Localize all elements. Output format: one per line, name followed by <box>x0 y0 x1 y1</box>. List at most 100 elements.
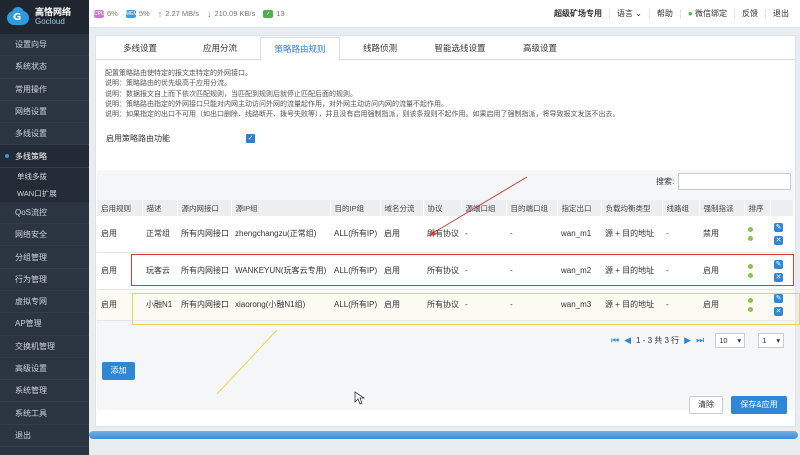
description-line: 配置策略路由使特定的报文走特定的外网接口。 <box>105 70 252 77</box>
sidebar-item-setup-wizard[interactable]: 设置向导 <box>0 34 89 57</box>
sidebar-item-advanced[interactable]: 高级设置 <box>0 358 89 381</box>
feedback-link[interactable]: 反馈 <box>734 9 765 19</box>
cell-iface: 所有内网接口 <box>177 252 231 290</box>
sidebar-item-qos[interactable]: QoS流控 <box>0 202 89 225</box>
search-label: 搜索: <box>656 177 675 186</box>
enable-policy-checkbox[interactable]: ✓ <box>246 133 255 143</box>
tab-line-detection[interactable]: 线路侦测 <box>340 36 420 59</box>
col-group: 线路组 <box>662 200 700 216</box>
move-up-icon[interactable] <box>748 226 753 232</box>
download-arrow-icon: ↓ <box>206 8 212 19</box>
sidebar-item-multiline-policy[interactable]: 多线策略 <box>0 145 89 168</box>
description-line: 说明：策略路由的优先级高于应用分流。 <box>105 80 231 88</box>
cell-sort <box>744 289 770 321</box>
cell-enable: 启用 <box>97 216 142 253</box>
sidebar-item-vpn[interactable]: 虚拟专网 <box>0 291 89 314</box>
mem-stat: MEM 5% <box>125 9 150 18</box>
tab-advanced[interactable]: 高级设置 <box>500 36 580 59</box>
logout-link[interactable]: 退出 <box>765 9 796 19</box>
cpu-stat: CPU 6% <box>94 9 118 18</box>
move-down-icon[interactable] <box>748 235 753 241</box>
delete-icon[interactable]: ✕ <box>774 235 783 245</box>
cell-lb: 源 + 目的地址 <box>601 289 662 321</box>
search-input[interactable] <box>678 173 792 190</box>
upload-arrow-icon: ↑ <box>157 8 163 19</box>
sidebar-item-common-ops[interactable]: 常用操作 <box>0 79 89 101</box>
col-actions <box>770 200 794 216</box>
col-dstip: 目的IP组 <box>330 200 381 216</box>
col-force: 强制指派 <box>699 200 745 216</box>
cell-domain: 启用 <box>380 289 423 321</box>
cell-actions: ✎ ✕ <box>770 289 794 321</box>
topbar: CPU 6% MEM 5% ↑ 2.27 MB/s ↓ 210.09 KB/s … <box>89 0 800 28</box>
progress-fill <box>89 431 798 439</box>
tab-app-split[interactable]: 应用分流 <box>180 36 260 59</box>
edit-icon[interactable]: ✎ <box>774 259 783 269</box>
wechat-bind-link[interactable]: ● 微信绑定 <box>679 9 734 19</box>
sidebar-item-switch[interactable]: 交换机管理 <box>0 336 89 358</box>
cell-desc: 小融N1 <box>142 289 177 321</box>
cpu-value: 6% <box>107 9 118 18</box>
table-row: 启用 小融N1 所有内网接口 xiaorong(小融N1组) ALL(所有IP)… <box>97 289 794 321</box>
download-value: 210.09 KB/s <box>214 9 256 18</box>
delete-icon[interactable]: ✕ <box>774 272 783 282</box>
page-select[interactable]: 1 ▾ <box>758 333 785 348</box>
delete-icon[interactable]: ✕ <box>774 306 783 316</box>
cell-sport: - <box>461 289 506 321</box>
sidebar-item-system-mgmt[interactable]: 系统管理 <box>0 380 89 403</box>
cell-sort <box>744 216 770 253</box>
prev-page-icon[interactable]: ◀ <box>624 335 631 346</box>
cell-force: 禁用 <box>699 216 744 253</box>
edit-icon[interactable]: ✎ <box>774 222 783 232</box>
cell-desc: 正常组 <box>142 216 177 253</box>
scrollbar-progress[interactable] <box>89 431 798 439</box>
move-down-icon[interactable] <box>748 306 753 312</box>
sidebar-item-groups[interactable]: 分组管理 <box>0 246 89 269</box>
cell-dport: - <box>506 289 557 321</box>
chevron-down-icon: ⌄ <box>635 9 642 18</box>
col-dport: 目的端口组 <box>506 200 558 216</box>
sidebar-item-system-tools[interactable]: 系统工具 <box>0 402 89 425</box>
move-down-icon[interactable] <box>748 272 753 278</box>
add-rule-button[interactable]: 添加 <box>102 362 135 380</box>
clear-button[interactable]: 清除 <box>689 396 723 414</box>
cell-dstip: ALL(所有IP) <box>330 216 380 253</box>
page-size-select[interactable]: 10 ▾ <box>715 333 746 348</box>
cell-dstip: ALL(所有IP) <box>330 252 380 290</box>
last-page-icon[interactable]: ⏭ <box>696 335 704 346</box>
cell-iface: 所有内网接口 <box>177 289 231 321</box>
tab-smart-line[interactable]: 智能选线设置 <box>420 36 500 59</box>
language-link[interactable]: 语言 ⌄ <box>608 9 649 19</box>
move-up-icon[interactable] <box>748 263 753 269</box>
sidebar-item-security[interactable]: 网络安全 <box>0 224 89 247</box>
sidebar-subitem-single-line-multi-dial[interactable]: 单线多拨 <box>0 167 89 185</box>
mining-mode-link[interactable]: 超级矿场专用 <box>547 9 609 19</box>
help-link[interactable]: 帮助 <box>648 9 680 19</box>
download-stat: ↓ 210.09 KB/s <box>207 9 255 19</box>
tab-multiline-settings[interactable]: 多线设置 <box>100 36 180 59</box>
rules-table: 启用规则 描述 源内网接口 源IP组 目的IP组 域名分流 协议 源端口组 目的… <box>97 200 794 321</box>
cell-domain: 启用 <box>380 252 423 290</box>
cell-desc: 玩客云 <box>142 252 177 290</box>
sidebar-item-behavior[interactable]: 行为管理 <box>0 269 89 291</box>
tab-policy-routing[interactable]: 策略路由规则 <box>260 37 340 61</box>
col-iface: 源内网接口 <box>177 200 232 216</box>
brand-en: Gocloud <box>35 17 65 26</box>
next-page-icon[interactable]: ▶ <box>684 335 691 346</box>
sidebar-item-system-status[interactable]: 系统状态 <box>0 56 89 79</box>
cell-out: wan_m3 <box>557 289 601 321</box>
sidebar-item-network[interactable]: 网络设置 <box>0 101 89 124</box>
save-apply-button[interactable]: 保存&应用 <box>731 396 787 414</box>
mem-value: 5% <box>138 9 150 18</box>
sidebar-item-ap[interactable]: AP管理 <box>0 313 89 336</box>
col-srcip: 源IP组 <box>231 200 331 216</box>
page-value: 1 <box>762 336 767 345</box>
move-up-icon[interactable] <box>748 297 753 303</box>
logo: G 高恪网络 Gocloud <box>0 0 89 34</box>
first-page-icon[interactable]: ⏮ <box>611 335 619 346</box>
sidebar-item-logout[interactable]: 退出 <box>0 425 89 448</box>
sidebar-subitem-wan-extend[interactable]: WAN口扩展 <box>0 184 89 202</box>
chevron-down-icon: ▾ <box>737 336 742 345</box>
sidebar-item-multiline[interactable]: 多线设置 <box>0 123 89 146</box>
edit-icon[interactable]: ✎ <box>774 293 783 303</box>
